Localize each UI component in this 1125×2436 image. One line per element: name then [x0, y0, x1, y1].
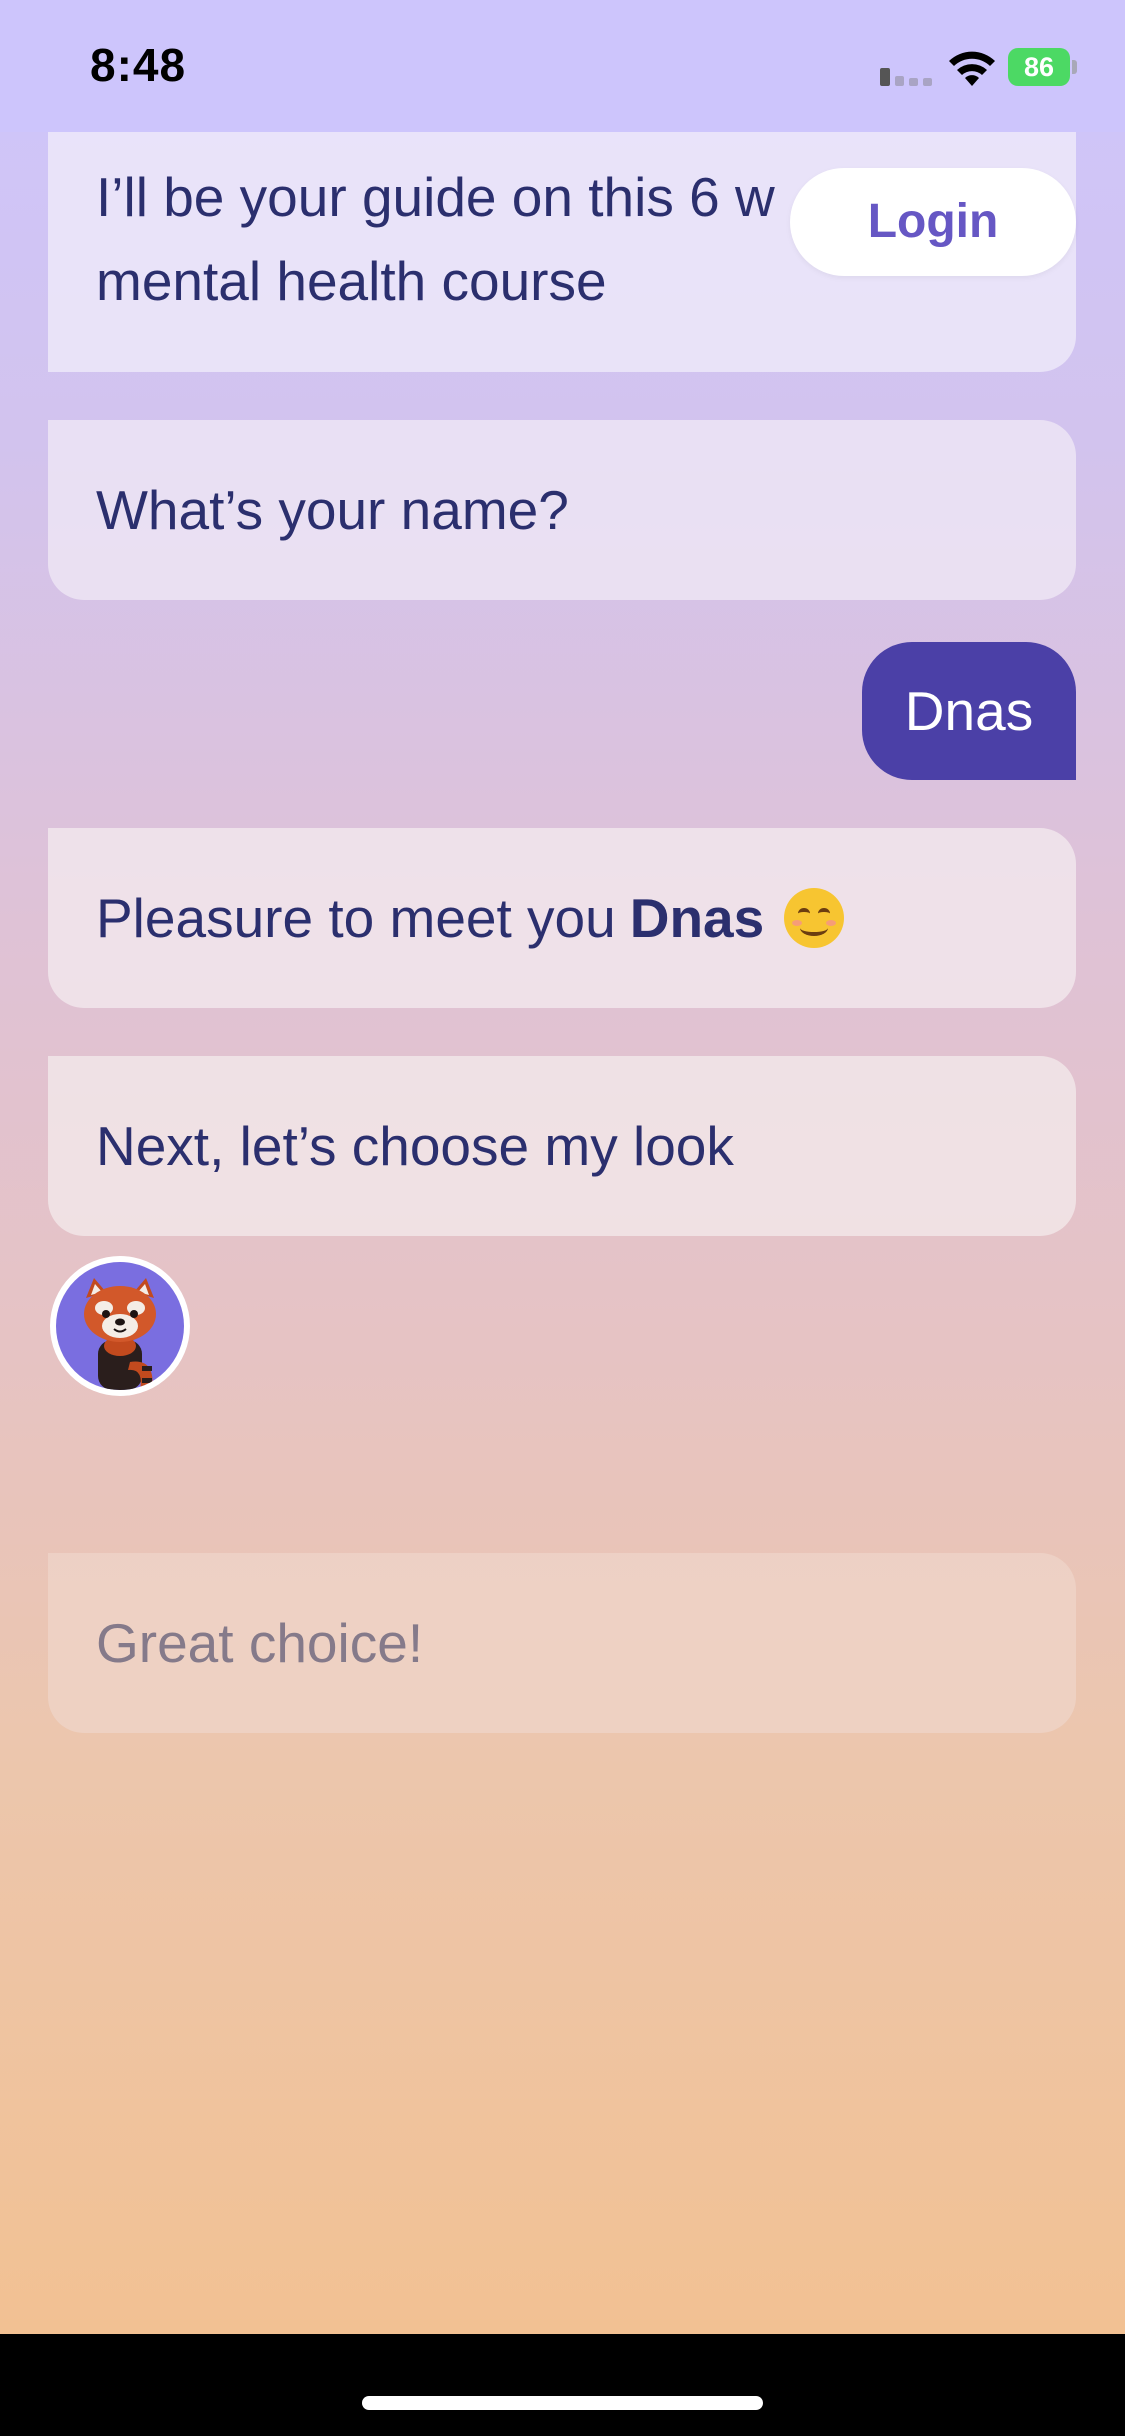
status-time: 8:48 — [90, 39, 187, 91]
status-bar: 8:48 86 — [0, 0, 1125, 132]
wifi-icon — [949, 51, 995, 86]
greeting-user-name: Dnas — [629, 887, 765, 949]
battery-level: 86 — [1008, 48, 1070, 86]
next-step-text: Next, let’s choose my look — [96, 1115, 734, 1177]
confirmation-text: Great choice! — [96, 1612, 424, 1674]
red-panda-avatar-icon — [50, 1256, 190, 1396]
greeting-message: Pleasure to meet you Dnas — [48, 828, 1076, 1008]
battery-icon: 86 — [1008, 48, 1077, 86]
home-bar-area — [0, 2334, 1125, 2436]
user-reply-message: Dnas — [862, 642, 1076, 780]
login-button[interactable]: Login — [790, 168, 1076, 276]
cellular-signal-icon — [880, 68, 932, 86]
next-step-message: Next, let’s choose my look — [48, 1056, 1076, 1236]
smiling-face-icon — [784, 888, 845, 948]
confirmation-message: Great choice! — [48, 1553, 1076, 1733]
greeting-text: Pleasure to meet you — [96, 887, 616, 949]
ask-name-text: What’s your name? — [96, 479, 569, 541]
ask-name-message: What’s your name? — [48, 420, 1076, 600]
home-indicator[interactable] — [362, 2396, 763, 2410]
